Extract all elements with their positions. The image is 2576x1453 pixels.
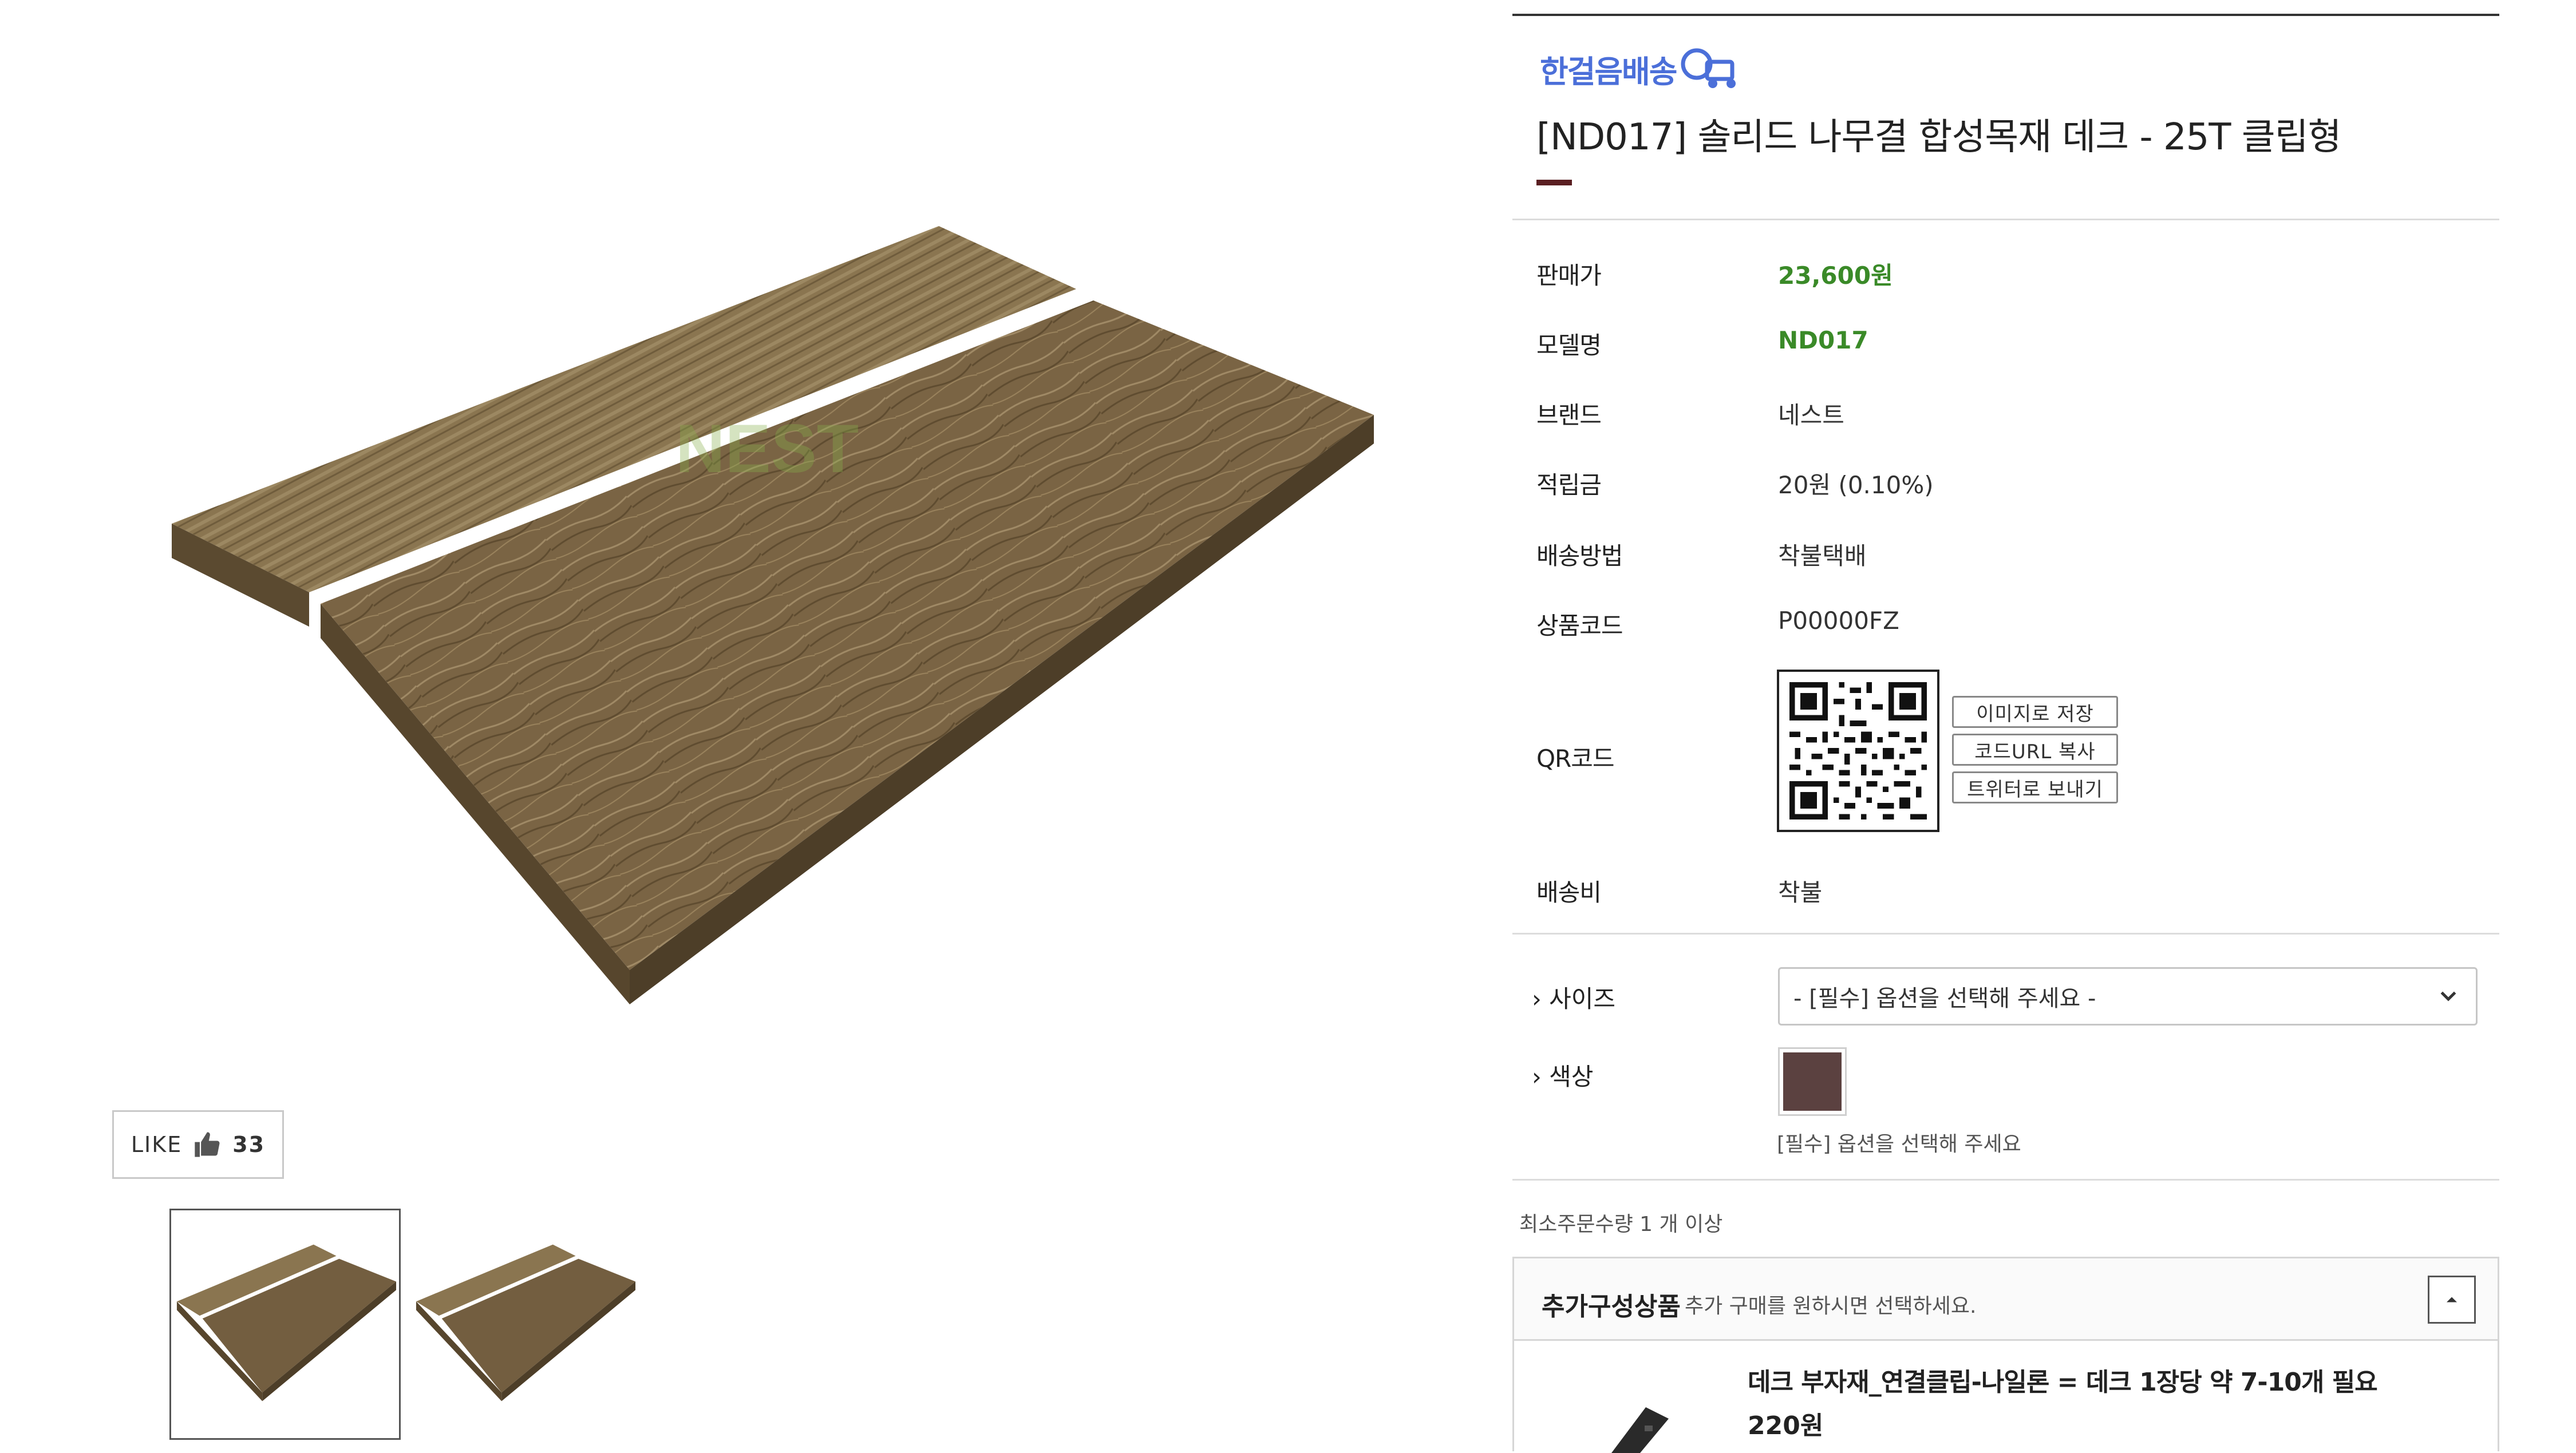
delivery-badge-label: 한걸음배송 xyxy=(1540,53,1677,90)
shipping-fee-value: 착불 xyxy=(1778,878,1823,906)
color-option-label: › 색상 xyxy=(1532,1063,1594,1091)
addon-item-name[interactable]: 데크 부자재_연결클립-나일론 = 데크 1장당 약 7-10개 필요 xyxy=(1748,1361,2378,1398)
size-select[interactable]: - [필수] 옵션을 선택해 주세요 - xyxy=(1778,967,2478,1026)
delivery-truck-icon xyxy=(1681,48,1736,88)
price-value: 23,600원 xyxy=(1778,262,1893,290)
chevron-up-icon xyxy=(2447,1297,2457,1302)
product-title: [ND017] 솔리드 나무결 합성목재 데크 - 25T 클립형 xyxy=(1536,116,2341,159)
model-label: 모델명 xyxy=(1536,331,1602,359)
addon-title: 추가구성상품 xyxy=(1542,1292,1681,1321)
addon-collapse-button[interactable] xyxy=(2428,1276,2476,1324)
qr-code-image xyxy=(1777,670,1939,832)
title-accent-bar xyxy=(1536,180,1572,185)
points-label: 적립금 xyxy=(1536,471,1602,499)
addon-products-panel: 추가구성상품 추가 구매를 원하시면 선택하세요. 데크 부자재_연결클립-나일… xyxy=(1512,1257,2499,1453)
copy-code-url-button[interactable]: 코드URL 복사 xyxy=(1952,734,2118,766)
top-divider xyxy=(1512,14,2499,16)
color-swatch-fill xyxy=(1783,1052,1842,1111)
divider xyxy=(1512,219,2499,220)
color-required-hint: [필수] 옵션을 선택해 주세요 xyxy=(1777,1133,2021,1156)
points-value: 20원 (0.10%) xyxy=(1778,471,1934,499)
save-image-button[interactable]: 이미지로 저장 xyxy=(1952,696,2118,728)
brand-value: 네스트 xyxy=(1778,401,1844,429)
thumbnail-2[interactable] xyxy=(409,1209,640,1440)
chevron-down-icon xyxy=(2440,991,2456,1001)
divider xyxy=(1512,1179,2499,1181)
thumbnail-1[interactable] xyxy=(169,1209,401,1440)
addon-subtitle: 추가 구매를 원하시면 선택하세요. xyxy=(1685,1294,1977,1318)
size-option-label: › 사이즈 xyxy=(1532,985,1616,1013)
color-swatch[interactable] xyxy=(1778,1047,1847,1116)
product-main-image: NEST xyxy=(172,226,1374,1004)
product-code-value: P00000FZ xyxy=(1778,607,1899,635)
model-value: ND017 xyxy=(1778,326,1868,354)
addon-item-price: 220원 xyxy=(1748,1411,1824,1440)
qr-code-label: QR코드 xyxy=(1536,745,1615,773)
addon-item-image xyxy=(1611,1407,1669,1453)
shipping-method-value: 착불택배 xyxy=(1778,542,1867,570)
product-code-label: 상품코드 xyxy=(1536,612,1623,640)
brand-label: 브랜드 xyxy=(1536,401,1602,429)
minimum-order-text: 최소주문수량 1 개 이상 xyxy=(1519,1213,1723,1236)
like-label: LIKE xyxy=(131,1132,183,1157)
watermark-text: NEST xyxy=(675,410,859,487)
thumbs-up-icon xyxy=(195,1132,220,1157)
size-select-value: - [필수] 옵션을 선택해 주세요 - xyxy=(1793,985,2096,1012)
like-button[interactable]: LIKE 33 xyxy=(112,1110,284,1179)
like-count: 33 xyxy=(232,1132,266,1157)
price-label: 판매가 xyxy=(1536,262,1602,290)
divider xyxy=(1512,933,2499,935)
share-twitter-button[interactable]: 트위터로 보내기 xyxy=(1952,771,2118,803)
shipping-fee-label: 배송비 xyxy=(1536,878,1602,906)
addon-header: 추가구성상품 추가 구매를 원하시면 선택하세요. xyxy=(1514,1258,2498,1341)
delivery-badge: 한걸음배송 xyxy=(1540,46,1743,92)
shipping-method-label: 배송방법 xyxy=(1536,542,1623,570)
